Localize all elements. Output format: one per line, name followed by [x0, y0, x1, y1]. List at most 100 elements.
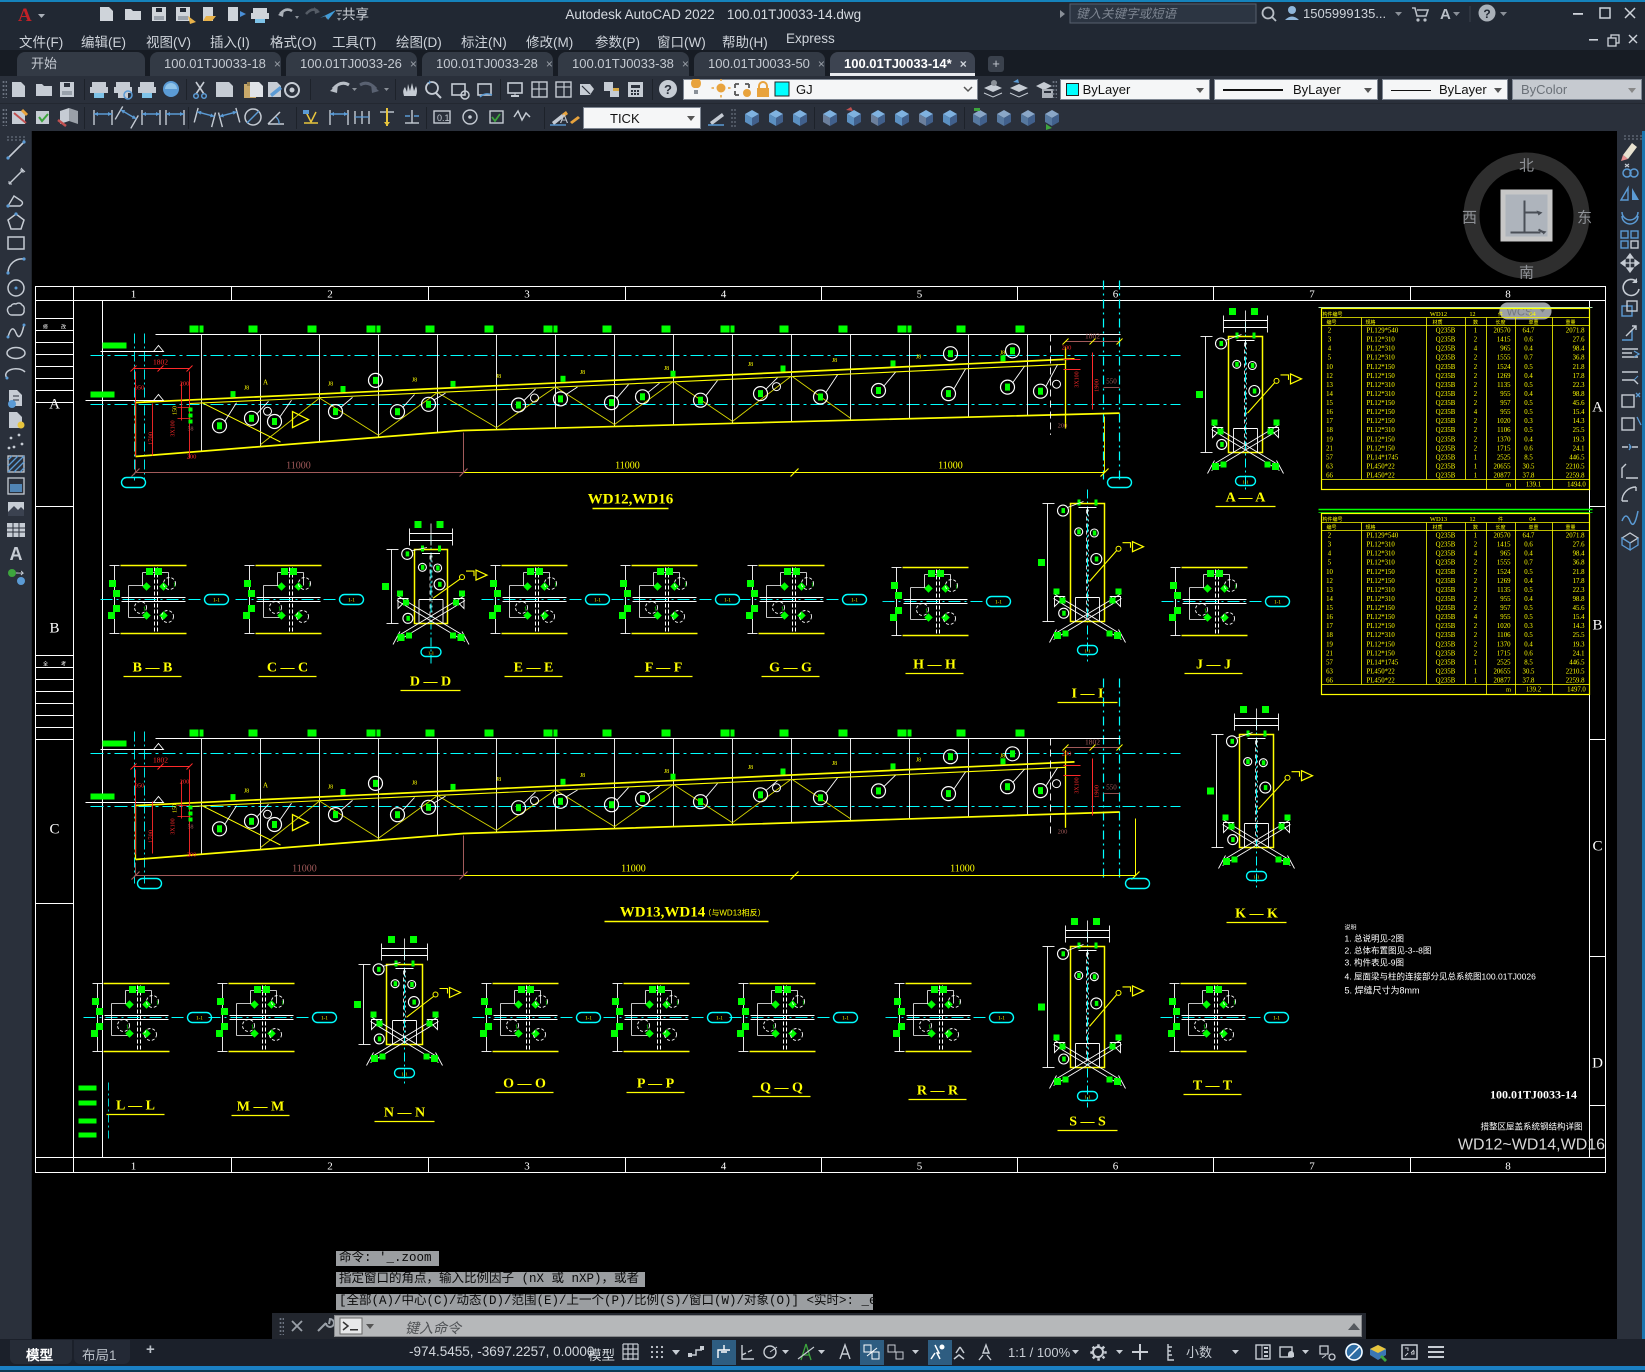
svg-text:说明: 说明 — [1345, 924, 1357, 932]
svg-text:2: 2 — [1474, 436, 1478, 443]
svg-text:B: B — [1592, 618, 1602, 634]
svg-text:30.5: 30.5 — [1523, 668, 1535, 675]
svg-text:Q235B: Q235B — [1436, 409, 1456, 416]
svg-text:7: 7 — [1309, 1161, 1315, 1173]
svg-text:2259.8: 2259.8 — [1566, 473, 1585, 480]
svg-text:0.4: 0.4 — [1524, 391, 1533, 398]
svg-text:PL14*1745: PL14*1745 — [1367, 454, 1399, 461]
svg-text:1-1: 1-1 — [1273, 1017, 1280, 1022]
svg-text:2: 2 — [1474, 427, 1478, 434]
svg-text:WD12~WD14,WD16: WD12~WD14,WD16 — [1458, 1137, 1605, 1154]
svg-text:2071.8: 2071.8 — [1566, 328, 1585, 335]
svg-text:1-1: 1-1 — [842, 1017, 849, 1022]
svg-text:PL12*310: PL12*310 — [1367, 551, 1396, 558]
svg-text:PL12*150: PL12*150 — [1367, 641, 1396, 648]
svg-text:PL12*310: PL12*310 — [1367, 560, 1396, 567]
svg-text:1: 1 — [1474, 533, 1477, 540]
svg-text:5: 5 — [1328, 560, 1332, 567]
svg-text:11000: 11000 — [621, 864, 646, 875]
svg-text:37.8: 37.8 — [1523, 473, 1535, 480]
svg-text:2: 2 — [1474, 623, 1478, 630]
svg-text:1802: 1802 — [153, 358, 168, 367]
svg-text:37.8: 37.8 — [1523, 678, 1535, 685]
svg-text:G — G: G — G — [769, 661, 812, 676]
svg-text:2: 2 — [1474, 418, 1478, 425]
svg-text:1: 1 — [173, 583, 176, 589]
svg-text:64.7: 64.7 — [1523, 328, 1535, 335]
svg-text:1135: 1135 — [1497, 382, 1511, 389]
svg-text:1: 1 — [802, 1001, 805, 1007]
svg-text:20655: 20655 — [1494, 463, 1512, 470]
svg-text:R — R: R — R — [917, 1084, 959, 1099]
svg-text:T — T: T — T — [1193, 1079, 1233, 1094]
svg-text:1: 1 — [515, 1025, 518, 1031]
svg-text:PL12*150: PL12*150 — [1367, 418, 1396, 425]
svg-text:2210.5: 2210.5 — [1566, 668, 1585, 675]
svg-text:Q235B: Q235B — [1436, 551, 1456, 558]
svg-text:20877: 20877 — [1494, 473, 1512, 480]
svg-text:0.5: 0.5 — [1524, 614, 1533, 621]
svg-text:18: 18 — [1326, 632, 1333, 639]
svg-text:东: 东 — [1577, 210, 1592, 227]
svg-text:1020: 1020 — [1497, 623, 1511, 630]
svg-text:J8: J8 — [412, 378, 417, 384]
svg-text:J8: J8 — [580, 773, 585, 779]
svg-text:1370: 1370 — [1497, 436, 1511, 443]
svg-text:A: A — [1592, 400, 1603, 416]
svg-text:PL12*150: PL12*150 — [1367, 409, 1396, 416]
svg-text:8.5: 8.5 — [1524, 659, 1533, 666]
svg-text:PL14*1745: PL14*1745 — [1367, 659, 1399, 666]
svg-text:A: A — [18, 5, 32, 26]
svg-text:957: 957 — [1500, 605, 1511, 612]
svg-text:20570: 20570 — [1494, 328, 1512, 335]
svg-text:2: 2 — [1474, 560, 1478, 567]
svg-text:0.5: 0.5 — [1524, 382, 1533, 389]
svg-text:0.5: 0.5 — [1524, 587, 1533, 594]
svg-text:J8: J8 — [832, 358, 837, 364]
svg-text:1: 1 — [143, 607, 146, 613]
svg-text:PL129*540: PL129*540 — [1367, 328, 1399, 335]
svg-text:1: 1 — [654, 607, 657, 613]
svg-text:100.01TJ0033-14.dwg: 100.01TJ0033-14.dwg — [727, 7, 861, 22]
svg-text:2: 2 — [1474, 596, 1478, 603]
svg-text:12: 12 — [1326, 373, 1333, 380]
svg-text:30.5: 30.5 — [1523, 463, 1535, 470]
svg-text:1: 1 — [308, 583, 311, 589]
svg-text:25.5: 25.5 — [1573, 632, 1585, 639]
svg-text:改: 改 — [61, 324, 66, 331]
svg-text:1-1: 1-1 — [1243, 480, 1249, 485]
svg-text:J8: J8 — [244, 386, 249, 392]
svg-text:1700: 1700 — [148, 830, 155, 843]
svg-text:Q235B: Q235B — [1436, 587, 1456, 594]
svg-text:1: 1 — [1233, 1001, 1236, 1007]
svg-text:PL12*150: PL12*150 — [1367, 436, 1396, 443]
svg-text:1-1: 1-1 — [348, 599, 355, 604]
svg-text:3X100: 3X100 — [171, 420, 177, 436]
svg-text:1106: 1106 — [1497, 427, 1511, 434]
svg-text:4: 4 — [1328, 551, 1332, 558]
svg-text:Q235B: Q235B — [1436, 473, 1456, 480]
svg-text:1524: 1524 — [1497, 364, 1511, 371]
svg-text:1: 1 — [156, 1001, 159, 1007]
svg-text:98.4: 98.4 — [1573, 551, 1585, 558]
svg-text:Q235B: Q235B — [1436, 569, 1456, 576]
svg-text:965: 965 — [1500, 551, 1511, 558]
svg-text:PL12*310: PL12*310 — [1367, 632, 1396, 639]
svg-text:Q235B: Q235B — [1436, 650, 1456, 657]
svg-text:1-1: 1-1 — [428, 651, 434, 656]
svg-text:3: 3 — [524, 289, 530, 301]
svg-text:2: 2 — [1474, 445, 1478, 452]
svg-text:Q235B: Q235B — [1436, 678, 1456, 685]
svg-text:A: A — [1440, 6, 1451, 23]
svg-text:04: 04 — [1529, 516, 1536, 523]
svg-text:1715: 1715 — [1497, 650, 1511, 657]
svg-text:考: 考 — [61, 662, 66, 668]
svg-text:Q235B: Q235B — [1436, 605, 1456, 612]
svg-text:2: 2 — [1474, 605, 1478, 612]
svg-text:1700: 1700 — [148, 432, 155, 445]
svg-text:0.5: 0.5 — [1524, 632, 1533, 639]
svg-text:PL12*150: PL12*150 — [1367, 605, 1396, 612]
svg-text:E — E: E — E — [514, 661, 554, 676]
svg-text:200: 200 — [180, 779, 190, 786]
svg-text:Q235B: Q235B — [1436, 533, 1456, 540]
